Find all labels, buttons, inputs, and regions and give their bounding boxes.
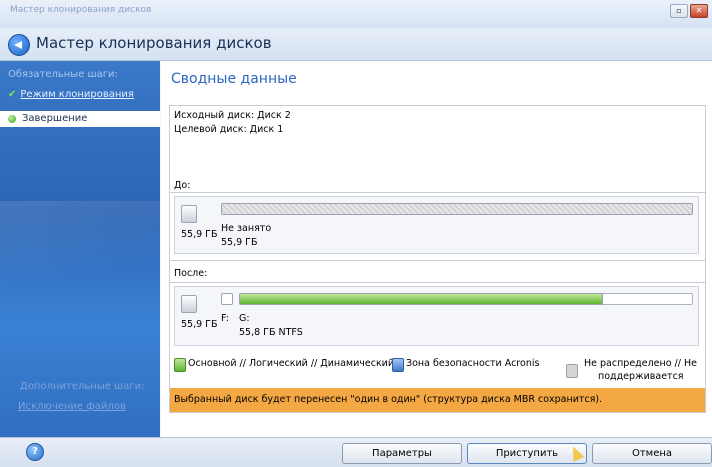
section-title: Сводные данные [171, 71, 297, 87]
params-button[interactable]: Параметры [342, 443, 462, 464]
small-partition-label: F: [221, 313, 229, 324]
notice-bar: Выбранный диск будет перенесен "один в о… [170, 388, 705, 412]
app-title: Мастер клонирования дисков [10, 5, 152, 15]
wizard-window: Мастер клонирования дисков ▫ ✕ Мастер кл… [0, 0, 712, 467]
close-button[interactable]: ✕ [690, 4, 708, 18]
primary-legend-label: Основной // Логический // Динамический [188, 358, 395, 369]
unallocated-label-line1: Не распределено // Не [584, 358, 697, 369]
cancel-button[interactable]: Отмена [592, 443, 712, 464]
partition-bar [239, 293, 693, 305]
optional-steps-label: Дополнительные шаги: [20, 381, 145, 392]
disk-layout-after: 55,9 ГБ F: G: 55,8 ГБ NTFS [174, 286, 699, 346]
unallocated-label-line2: поддерживается [598, 371, 684, 382]
wizard-title: Мастер клонирования дисков [36, 34, 272, 52]
partition-info: 55,8 ГБ NTFS [239, 327, 303, 338]
sidebar-item-finish[interactable]: Завершение [0, 111, 160, 127]
restore-button[interactable]: ▫ [670, 4, 688, 18]
acronis-zone-label: Зона безопасности Acronis [406, 358, 540, 369]
partition-fill [239, 293, 603, 305]
current-step-icon [8, 115, 16, 123]
small-partition-bar [221, 293, 233, 305]
notice-text: Выбранный диск будет перенесен "один в о… [174, 394, 603, 405]
divider [170, 260, 705, 261]
before-label: До: [174, 180, 191, 191]
divider [170, 192, 705, 193]
required-steps-label: Обязательные шаги: [8, 69, 118, 80]
main-content: Сводные данные Исходный диск: Диск 2 Цел… [161, 61, 712, 437]
title-bar: Мастер клонирования дисков ▫ ✕ [0, 0, 712, 28]
help-icon[interactable]: ? [26, 443, 44, 461]
back-arrow-icon[interactable] [8, 34, 30, 56]
summary-box: Исходный диск: Диск 2 Целевой диск: Диск… [169, 105, 706, 413]
footer: ? Параметры Приступить Отмена [0, 437, 712, 467]
disk-size: 55,9 ГБ [181, 229, 218, 240]
sidebar-item-label: Завершение [22, 113, 88, 124]
wizard-header: Мастер клонирования дисков [0, 28, 712, 61]
disk-icon [181, 205, 197, 223]
sidebar-item-clone-mode[interactable]: ✔ Режим клонирования [8, 89, 134, 100]
after-label: После: [174, 268, 208, 279]
acronis-zone-swatch [392, 358, 404, 372]
divider [170, 282, 705, 283]
disk-size: 55,9 ГБ [181, 319, 218, 330]
unallocated-bar [221, 203, 693, 215]
window-controls: ▫ ✕ [670, 4, 708, 18]
sidebar-item-exclude-files[interactable]: Исключение файлов [18, 401, 126, 412]
legend: Основной // Логический // Динамический З… [174, 356, 699, 386]
checkmark-icon: ✔ [8, 89, 17, 100]
partition-size: 55,9 ГБ [221, 237, 258, 248]
sidebar: Обязательные шаги: ✔ Режим клонирования З… [0, 61, 160, 437]
disk-icon [181, 295, 197, 313]
target-disk-text: Целевой диск: Диск 1 [174, 124, 284, 135]
disk-layout-before: 55,9 ГБ Не занято 55,9 ГБ [174, 196, 699, 254]
unallocated-swatch [566, 364, 578, 378]
sidebar-decoration [0, 201, 160, 321]
partition-name: G: [239, 313, 250, 324]
primary-legend-swatch [174, 358, 186, 372]
partition-name: Не занято [221, 223, 272, 234]
source-disk-text: Исходный диск: Диск 2 [174, 110, 291, 121]
sidebar-item-label: Режим клонирования [20, 89, 134, 100]
